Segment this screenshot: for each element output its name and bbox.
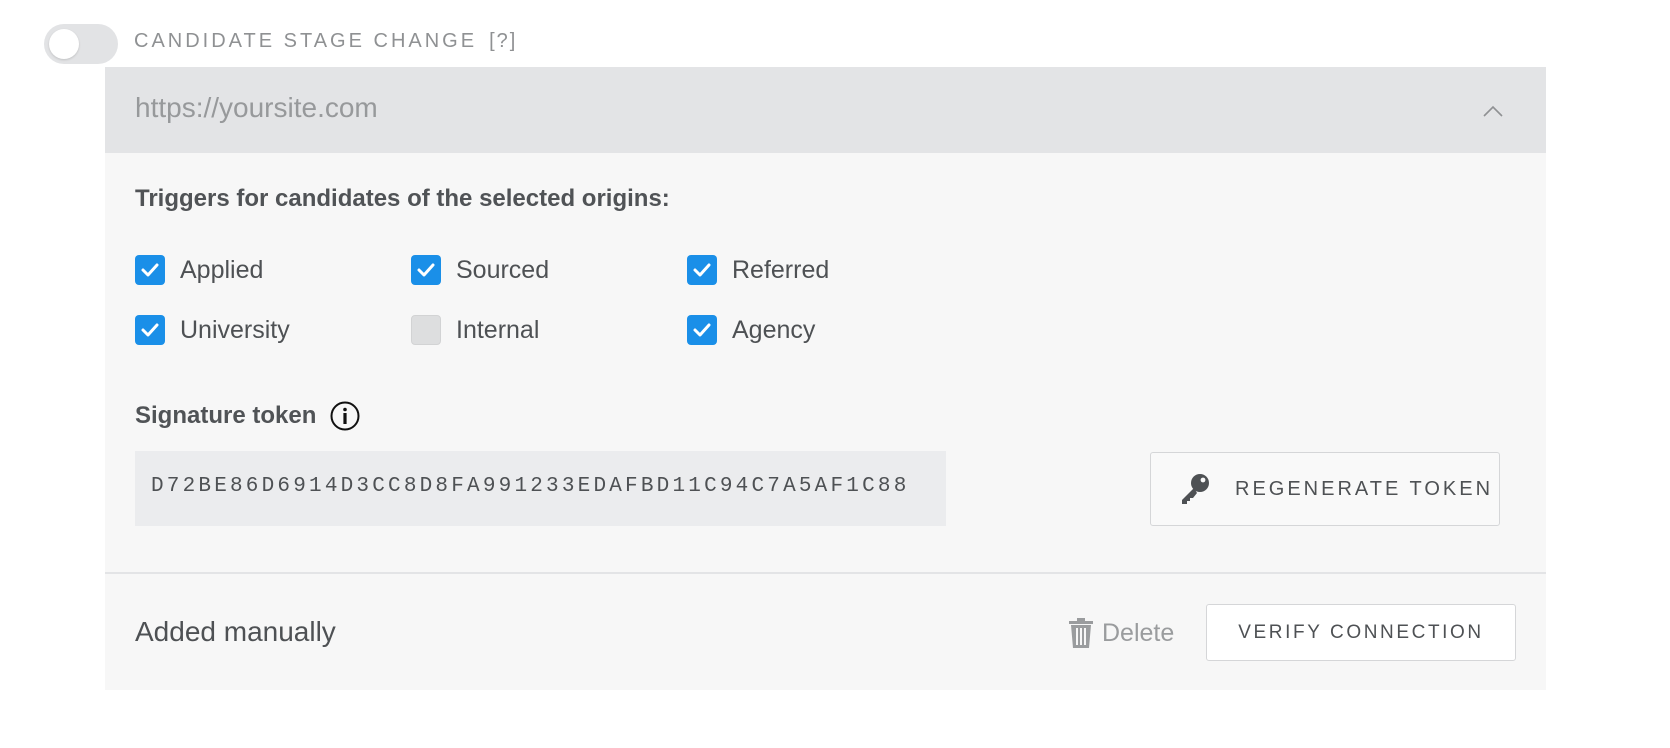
- webhook-url-bar[interactable]: https://yoursite.com: [105, 67, 1546, 153]
- key-icon: [1182, 474, 1209, 504]
- trigger-option-label: Applied: [180, 255, 264, 284]
- regenerate-token-label: REGENERATE TOKEN: [1235, 477, 1494, 500]
- checkbox-checked[interactable]: [411, 255, 441, 285]
- added-manually-text: Added manually: [135, 616, 336, 647]
- webhook-url: https://yoursite.com: [135, 92, 378, 123]
- verify-connection-label: VERIFY CONNECTION: [1238, 621, 1484, 643]
- trigger-option-label: Agency: [732, 315, 816, 344]
- trigger-option-sourced[interactable]: Sourced: [411, 254, 549, 286]
- webhook-panel: https://yoursite.com Triggers for candid…: [105, 67, 1546, 690]
- check-icon: [693, 323, 711, 337]
- regenerate-token-button[interactable]: REGENERATE TOKEN: [1150, 452, 1500, 526]
- signature-token-field[interactable]: D72BE86D6914D3CC8D8FA991233EDAFBD11C94C7…: [135, 451, 946, 526]
- trigger-option-internal[interactable]: Internal: [411, 314, 539, 346]
- checkbox-checked[interactable]: [135, 315, 165, 345]
- trigger-option-label: Referred: [732, 255, 830, 284]
- section-title-text: CANDIDATE STAGE CHANGE: [134, 30, 478, 52]
- triggers-label: Triggers for candidates of the selected …: [135, 185, 670, 212]
- check-icon: [141, 323, 159, 337]
- check-icon: [693, 263, 711, 277]
- trigger-option-referred[interactable]: Referred: [687, 254, 829, 286]
- trigger-option-agency[interactable]: Agency: [687, 314, 815, 346]
- signature-token-label: Signature token: [135, 401, 360, 431]
- checkbox-unchecked[interactable]: [411, 315, 441, 345]
- signature-token-value: D72BE86D6914D3CC8D8FA991233EDAFBD11C94C7…: [151, 475, 910, 498]
- verify-connection-button[interactable]: VERIFY CONNECTION: [1206, 604, 1516, 661]
- check-icon: [417, 263, 435, 277]
- toggle-knob: [49, 29, 79, 59]
- delete-label: Delete: [1102, 618, 1175, 647]
- checkbox-checked[interactable]: [687, 315, 717, 345]
- trash-icon: [1069, 618, 1093, 648]
- section-title: CANDIDATE STAGE CHANGE [?]: [134, 30, 517, 53]
- check-icon: [141, 263, 159, 277]
- trigger-option-university[interactable]: University: [135, 314, 290, 346]
- signature-token-label-text: Signature token: [135, 402, 317, 429]
- trigger-option-label: University: [180, 315, 290, 344]
- divider: [105, 572, 1546, 574]
- info-icon[interactable]: [330, 401, 360, 431]
- checkbox-checked[interactable]: [687, 255, 717, 285]
- trigger-option-applied[interactable]: Applied: [135, 254, 263, 286]
- enable-toggle[interactable]: [44, 24, 118, 64]
- checkbox-checked[interactable]: [135, 255, 165, 285]
- chevron-up-icon[interactable]: [1483, 101, 1503, 121]
- help-link[interactable]: [?]: [489, 30, 517, 52]
- trigger-option-label: Internal: [456, 315, 540, 344]
- delete-button[interactable]: Delete: [1068, 617, 1174, 649]
- trigger-option-label: Sourced: [456, 255, 550, 284]
